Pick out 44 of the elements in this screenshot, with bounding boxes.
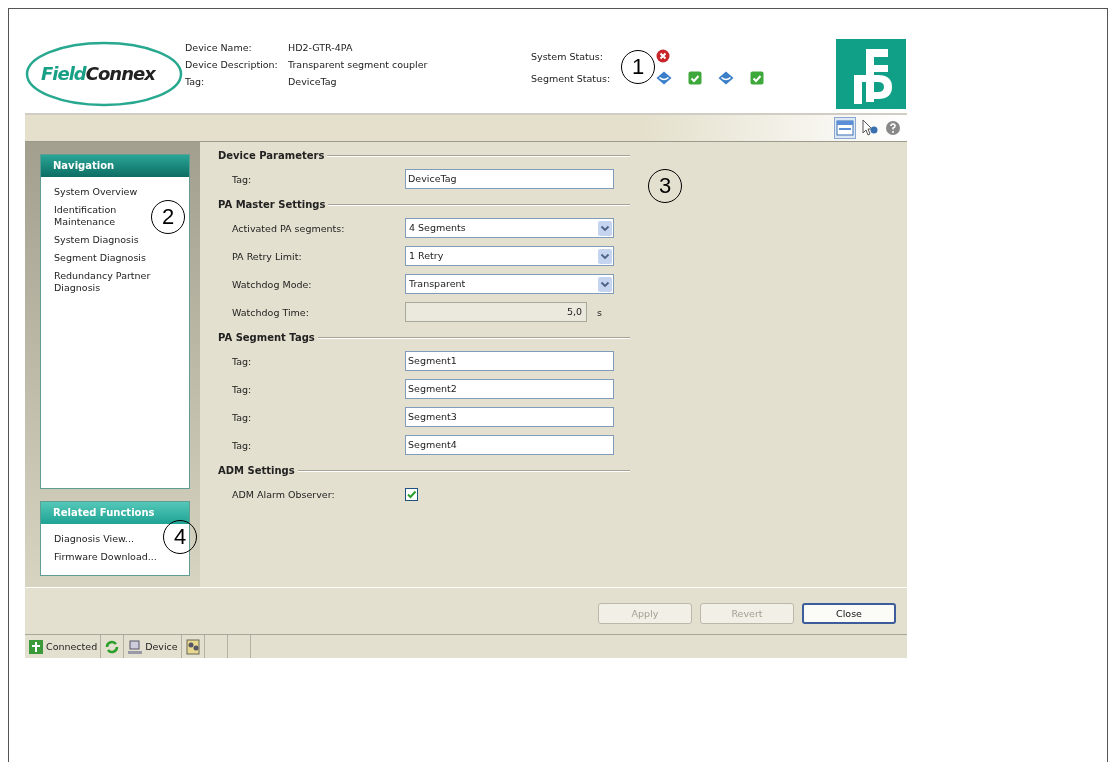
field-label: Watchdog Mode:	[232, 278, 313, 290]
input-field[interactable]: Segment4	[405, 435, 614, 455]
field-label: PA Retry Limit:	[232, 250, 303, 262]
panel-title: Navigation	[41, 155, 189, 177]
dropdown[interactable]: Transparent	[405, 274, 614, 294]
nav-link[interactable]: Firmware Download...	[54, 551, 164, 563]
section-title: ADM Settings	[218, 465, 295, 476]
field-label: Tag:	[232, 173, 253, 185]
section-title: Device Parameters	[218, 150, 325, 161]
unit-label: s	[597, 306, 602, 318]
nav-link[interactable]: Segment Diagnosis	[54, 252, 164, 264]
field-label: Watchdog Time:	[232, 306, 310, 318]
info-value: Transparent segment coupler	[288, 59, 429, 70]
input-field[interactable]: Segment2	[405, 379, 614, 399]
info-label: Device Name:	[185, 42, 253, 53]
dropdown[interactable]: 4 Segments	[405, 218, 614, 238]
input-field[interactable]: Segment3	[405, 407, 614, 427]
nav-link[interactable]: System Diagnosis	[54, 234, 164, 246]
field-label: Activated PA segments:	[232, 222, 346, 234]
status-label: Segment Status:	[531, 72, 612, 84]
info-value: HD2-GTR-4PA	[288, 42, 354, 53]
info-value: DeviceTag	[288, 76, 338, 87]
input-field[interactable]: DeviceTag	[405, 169, 614, 189]
field-label: Tag:	[232, 383, 253, 395]
info-label: Device Description:	[185, 59, 279, 70]
dropdown[interactable]: 1 Retry	[405, 246, 614, 266]
section-title: PA Segment Tags	[218, 332, 315, 343]
nav-link[interactable]: Diagnosis View...	[54, 533, 164, 545]
status-text: Device	[145, 641, 178, 652]
field-label: Tag:	[232, 439, 253, 451]
input-field: 5,0	[405, 302, 587, 322]
logo: FieldConnex	[25, 39, 185, 109]
dialog-button[interactable]: Close	[802, 603, 896, 624]
field-label: ADM Alarm Observer:	[232, 488, 336, 500]
nav-link[interactable]: System Overview	[54, 186, 164, 198]
info-label: Tag:	[185, 76, 206, 87]
field-label: Tag:	[232, 355, 253, 367]
field-label: Tag:	[232, 411, 253, 423]
status-label: System Status:	[531, 50, 604, 62]
panel-title: Related Functions	[41, 502, 189, 524]
section-title: PA Master Settings	[218, 199, 326, 210]
status-text: Connected	[46, 641, 98, 652]
nav-link[interactable]: Redundancy Partner Diagnosis	[54, 270, 164, 294]
input-field[interactable]: Segment1	[405, 351, 614, 371]
